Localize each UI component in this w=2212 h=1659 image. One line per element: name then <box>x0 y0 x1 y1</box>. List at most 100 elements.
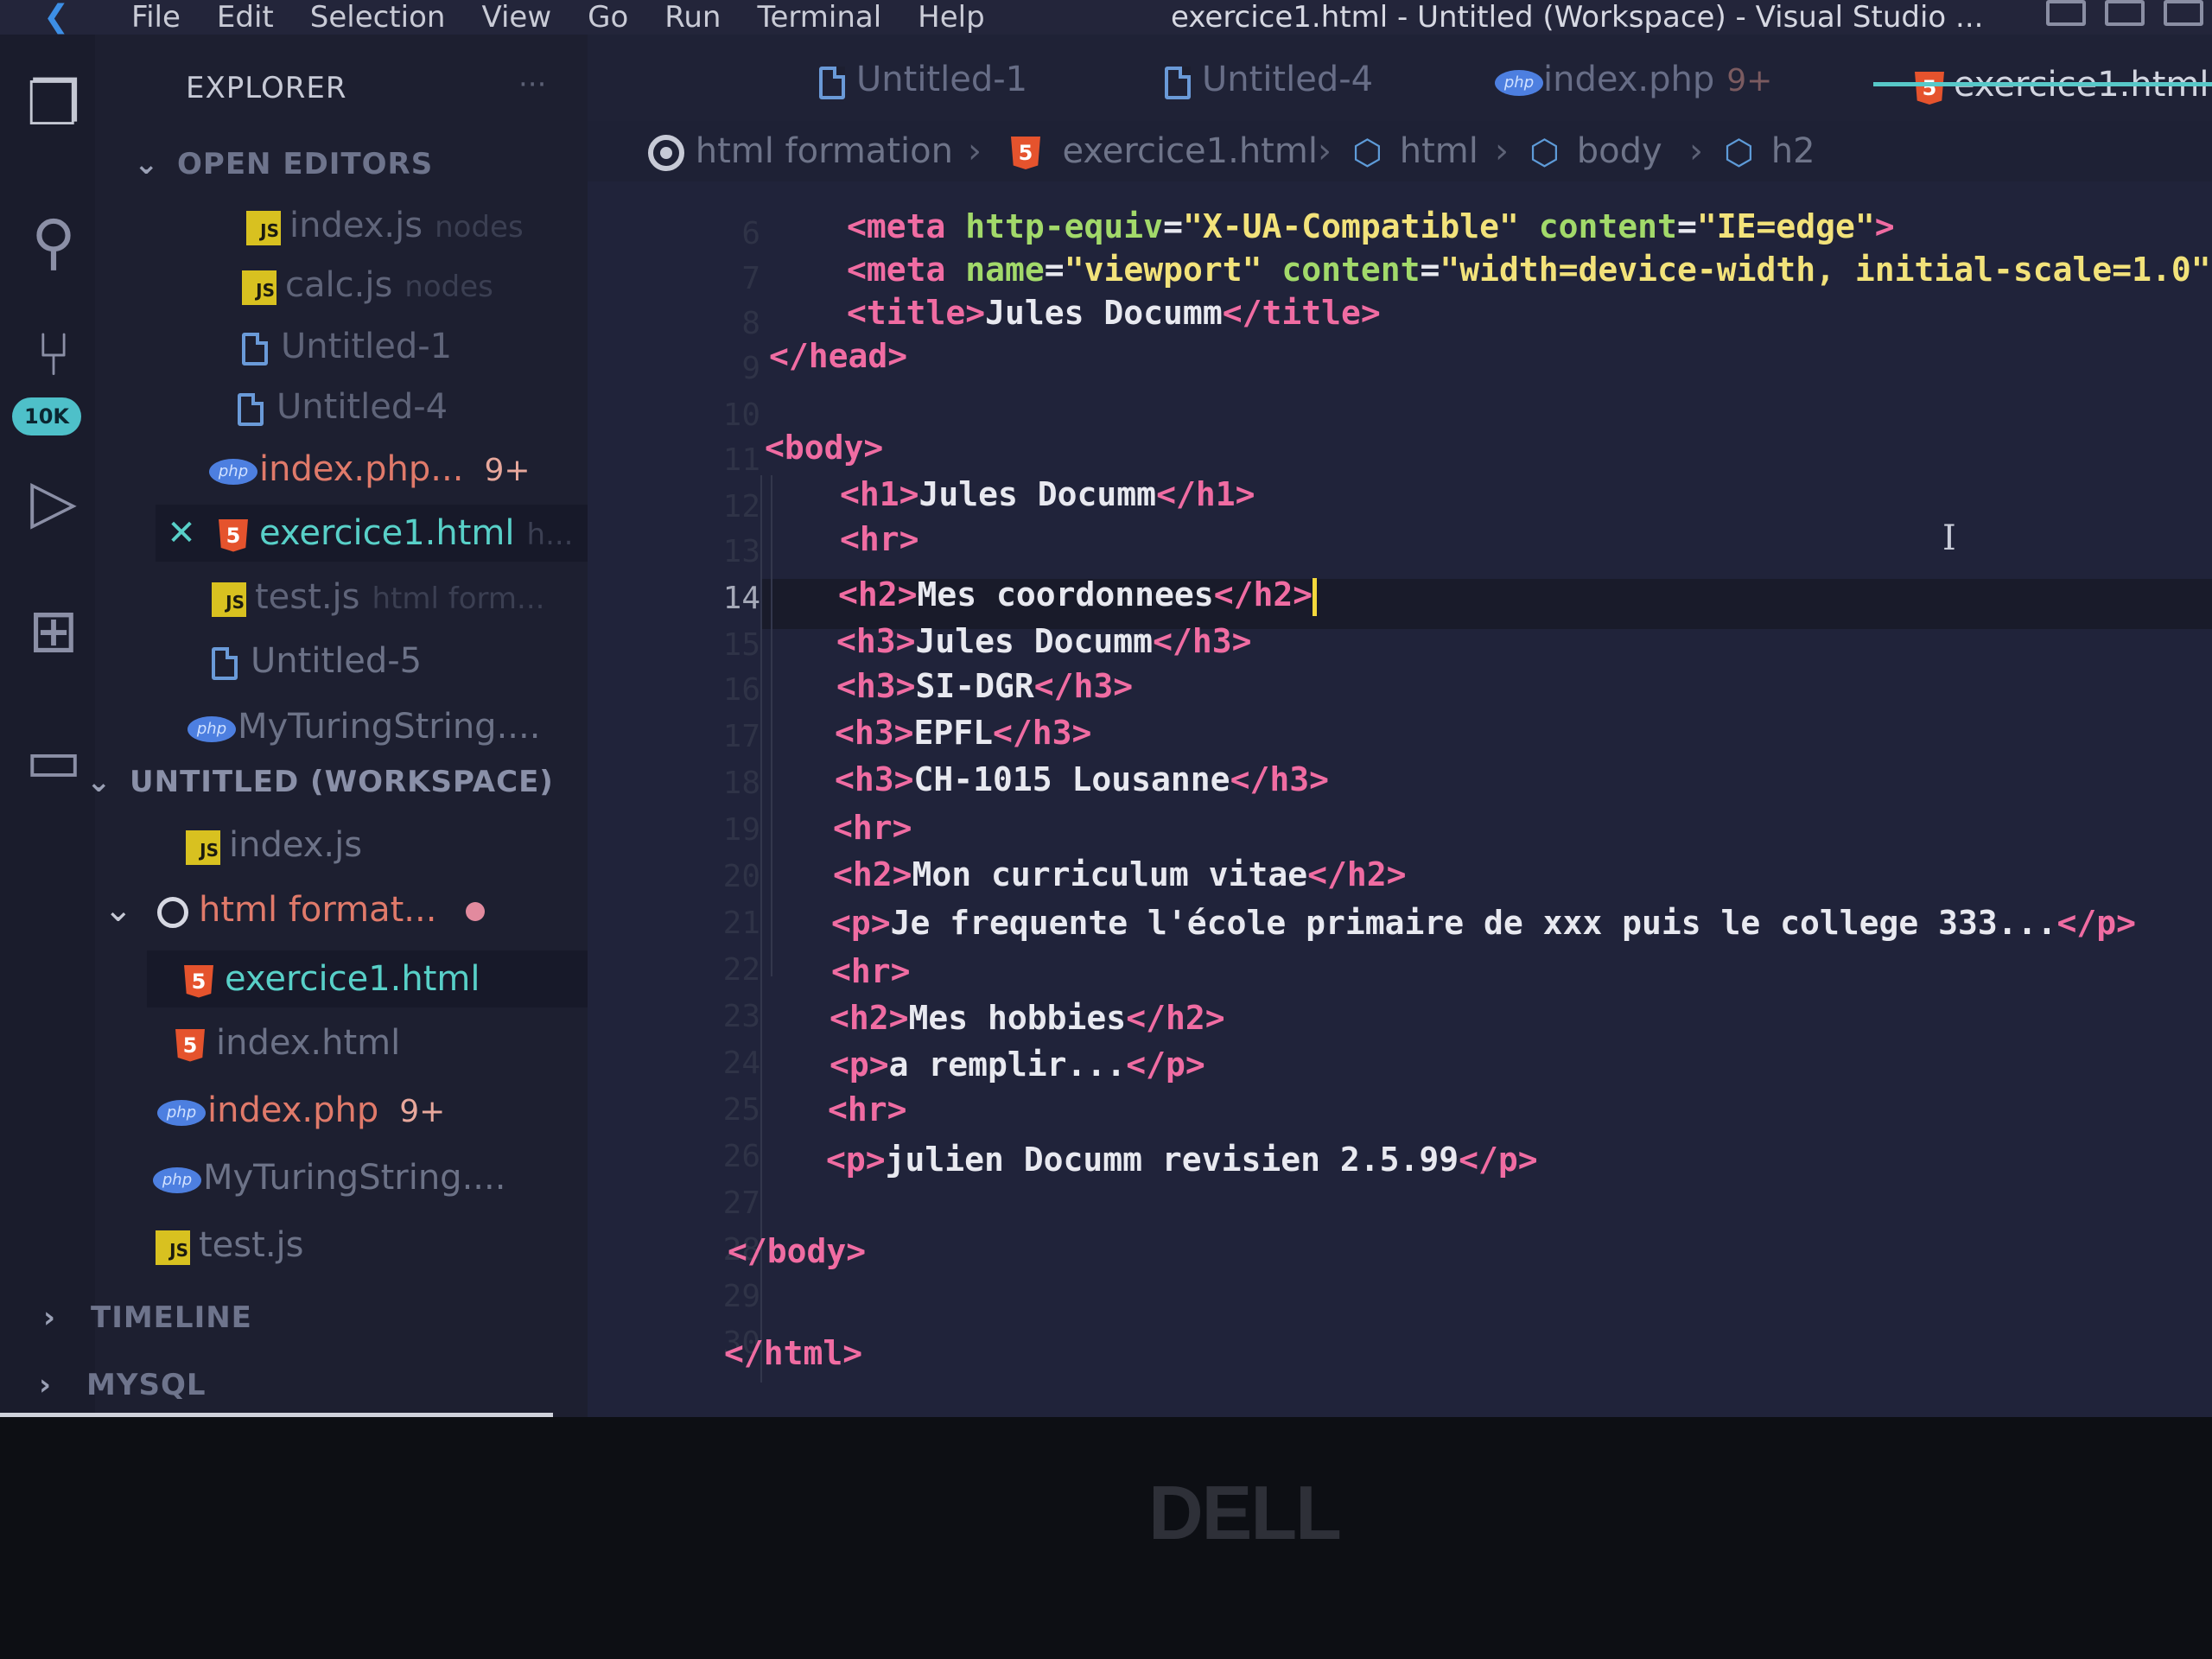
js-file-icon: JS <box>238 199 289 256</box>
line-number: 6 <box>741 216 760 251</box>
tab-index-php[interactable]: php index.php 9+ <box>1495 52 1772 107</box>
chevron-right-icon: › <box>39 1368 53 1402</box>
line-number: 20 <box>722 859 760 894</box>
line-number: 27 <box>722 1185 760 1221</box>
remote-explorer-icon[interactable]: ▭ <box>19 726 88 795</box>
code-line: </body> <box>728 1232 867 1270</box>
more-actions-icon[interactable]: ··· <box>518 67 546 102</box>
html-file-icon: 5 <box>207 506 259 563</box>
code-line: <hr> <box>840 520 919 558</box>
workspace-file[interactable]: php MyTuringString.... <box>151 1149 505 1206</box>
problems-badge: 9+ <box>399 1094 446 1129</box>
text-cursor <box>1313 577 1318 616</box>
menu-edit[interactable]: Edit <box>217 0 274 35</box>
i-beam-cursor-icon: I <box>1942 518 1956 558</box>
vscode-window: ❮ File Edit Selection View Go Run Termin… <box>0 0 2212 1417</box>
line-number: 13 <box>722 534 760 569</box>
search-icon[interactable]: ⚲ <box>19 207 88 276</box>
js-file-icon: JS <box>147 1218 199 1275</box>
window-title: exercice1.html - Untitled (Workspace) - … <box>1171 0 1984 35</box>
chevron-right-icon: › <box>968 131 982 171</box>
source-control-icon[interactable]: ⑂ <box>19 320 88 389</box>
line-number: 24 <box>722 1046 760 1081</box>
menu-terminal[interactable]: Terminal <box>757 0 881 35</box>
open-editor-item[interactable]: JS test.js html form... <box>203 569 544 626</box>
open-editor-item[interactable]: JS calc.js nodes <box>233 257 493 314</box>
code-line: <meta name="viewport" content="width=dev… <box>847 251 2212 289</box>
line-number: 19 <box>722 812 760 848</box>
file-icon <box>1154 54 1202 109</box>
run-debug-icon[interactable]: ▷ <box>19 467 88 536</box>
close-icon[interactable]: ✕ <box>156 505 207 562</box>
menu-go[interactable]: Go <box>588 0 628 35</box>
tab-untitled-1[interactable]: Untitled-1 <box>808 52 1027 107</box>
open-editor-item[interactable]: Untitled-4 <box>225 378 448 435</box>
toggle-panel-icon[interactable] <box>2105 0 2145 26</box>
chevron-down-icon: ⌄ <box>134 147 160 181</box>
line-number: 15 <box>722 627 760 663</box>
file-icon <box>225 380 276 437</box>
code-line: <hr> <box>828 1090 907 1128</box>
line-number: 26 <box>722 1139 760 1174</box>
menu-selection[interactable]: Selection <box>310 0 446 35</box>
breadcrumb-file[interactable]: 5 exercice1.html <box>1011 121 1318 181</box>
files-icon[interactable]: ❐ <box>19 69 88 138</box>
toggle-sidebar-icon[interactable] <box>2046 0 2086 26</box>
workspace-header[interactable]: ⌄ UNTITLED (WORKSPACE) <box>86 765 554 799</box>
code-line: <h3>EPFL</h3> <box>835 714 1092 752</box>
toggle-secondary-sidebar-icon[interactable] <box>2164 0 2203 26</box>
breadcrumb-body[interactable]: ⬡ body <box>1529 121 1662 183</box>
code-line: <hr> <box>833 809 912 847</box>
php-file-icon: php <box>151 1151 203 1208</box>
open-editors-header[interactable]: ⌄ OPEN EDITORS <box>134 147 433 181</box>
modified-dot <box>466 902 486 921</box>
chevron-right-icon: › <box>1689 131 1703 171</box>
chevron-right-icon: › <box>1318 131 1332 171</box>
line-number: 25 <box>722 1092 760 1128</box>
code-line: <hr> <box>831 952 911 990</box>
workspace-file[interactable]: JS index.js <box>177 817 362 874</box>
code-line: <h2>Mon curriculum vitae</h2> <box>833 855 1407 893</box>
line-number: 7 <box>741 261 760 296</box>
menu-view[interactable]: View <box>481 0 551 35</box>
code-editor[interactable]: 6 7 8 9 10 11 12 13 14 15 16 17 18 19 20… <box>588 181 2212 1417</box>
html-file-icon: 5 <box>1905 59 1954 114</box>
line-number: 17 <box>722 719 760 754</box>
menu-run[interactable]: Run <box>664 0 721 35</box>
mysql-header[interactable]: › MYSQL <box>39 1368 207 1402</box>
layout-controls <box>2046 0 2212 26</box>
chevron-down-icon: ⌄ <box>86 765 112 799</box>
source-control-badge: 10K <box>12 397 81 435</box>
open-editor-item[interactable]: php index.php... 9+ <box>207 441 531 498</box>
code-line: <h1>Jules Documm</h1> <box>840 475 1255 513</box>
file-icon <box>229 320 281 377</box>
code-line-active: <h2>Mes coordonnees</h2> <box>838 575 1318 616</box>
open-editor-item[interactable]: JS index.js nodes <box>238 197 524 254</box>
timeline-header[interactable]: › TIMELINE <box>43 1300 252 1335</box>
workspace-file-active[interactable]: 5 exercice1.html <box>147 950 639 1007</box>
extensions-icon[interactable]: ⊞ <box>19 596 88 665</box>
breadcrumb-folder[interactable]: html formation <box>648 121 953 181</box>
open-editor-item[interactable]: Untitled-5 <box>199 632 422 690</box>
open-editor-item[interactable]: php MyTuringString.... <box>186 698 540 755</box>
breadcrumb-h2[interactable]: ⬡ h2 <box>1724 121 1815 183</box>
workspace-file[interactable]: 5 index.html <box>164 1014 400 1071</box>
chevron-right-icon: › <box>43 1300 57 1335</box>
menu-file[interactable]: File <box>131 0 181 35</box>
html-file-icon: 5 <box>173 952 225 1009</box>
file-icon <box>199 634 251 691</box>
workspace-folder[interactable]: ⌄ html format... <box>104 881 486 938</box>
js-file-icon: JS <box>203 570 255 627</box>
code-line: <body> <box>765 429 884 467</box>
tab-untitled-4[interactable]: Untitled-4 <box>1154 52 1373 107</box>
laptop-bezel <box>0 1417 2212 1659</box>
vscode-logo-icon: ❮ <box>43 0 70 35</box>
workspace-file[interactable]: php index.php 9+ <box>156 1082 445 1139</box>
workspace-file[interactable]: JS test.js <box>147 1217 303 1274</box>
menu-help[interactable]: Help <box>918 0 985 35</box>
open-editor-item[interactable]: Untitled-1 <box>229 318 452 375</box>
element-icon: ⬡ <box>1724 133 1754 173</box>
breadcrumb-html[interactable]: ⬡ html <box>1352 121 1478 183</box>
js-file-icon: JS <box>233 258 285 315</box>
code-line: <p>Je frequente l'école primaire de xxx … <box>831 904 2136 942</box>
